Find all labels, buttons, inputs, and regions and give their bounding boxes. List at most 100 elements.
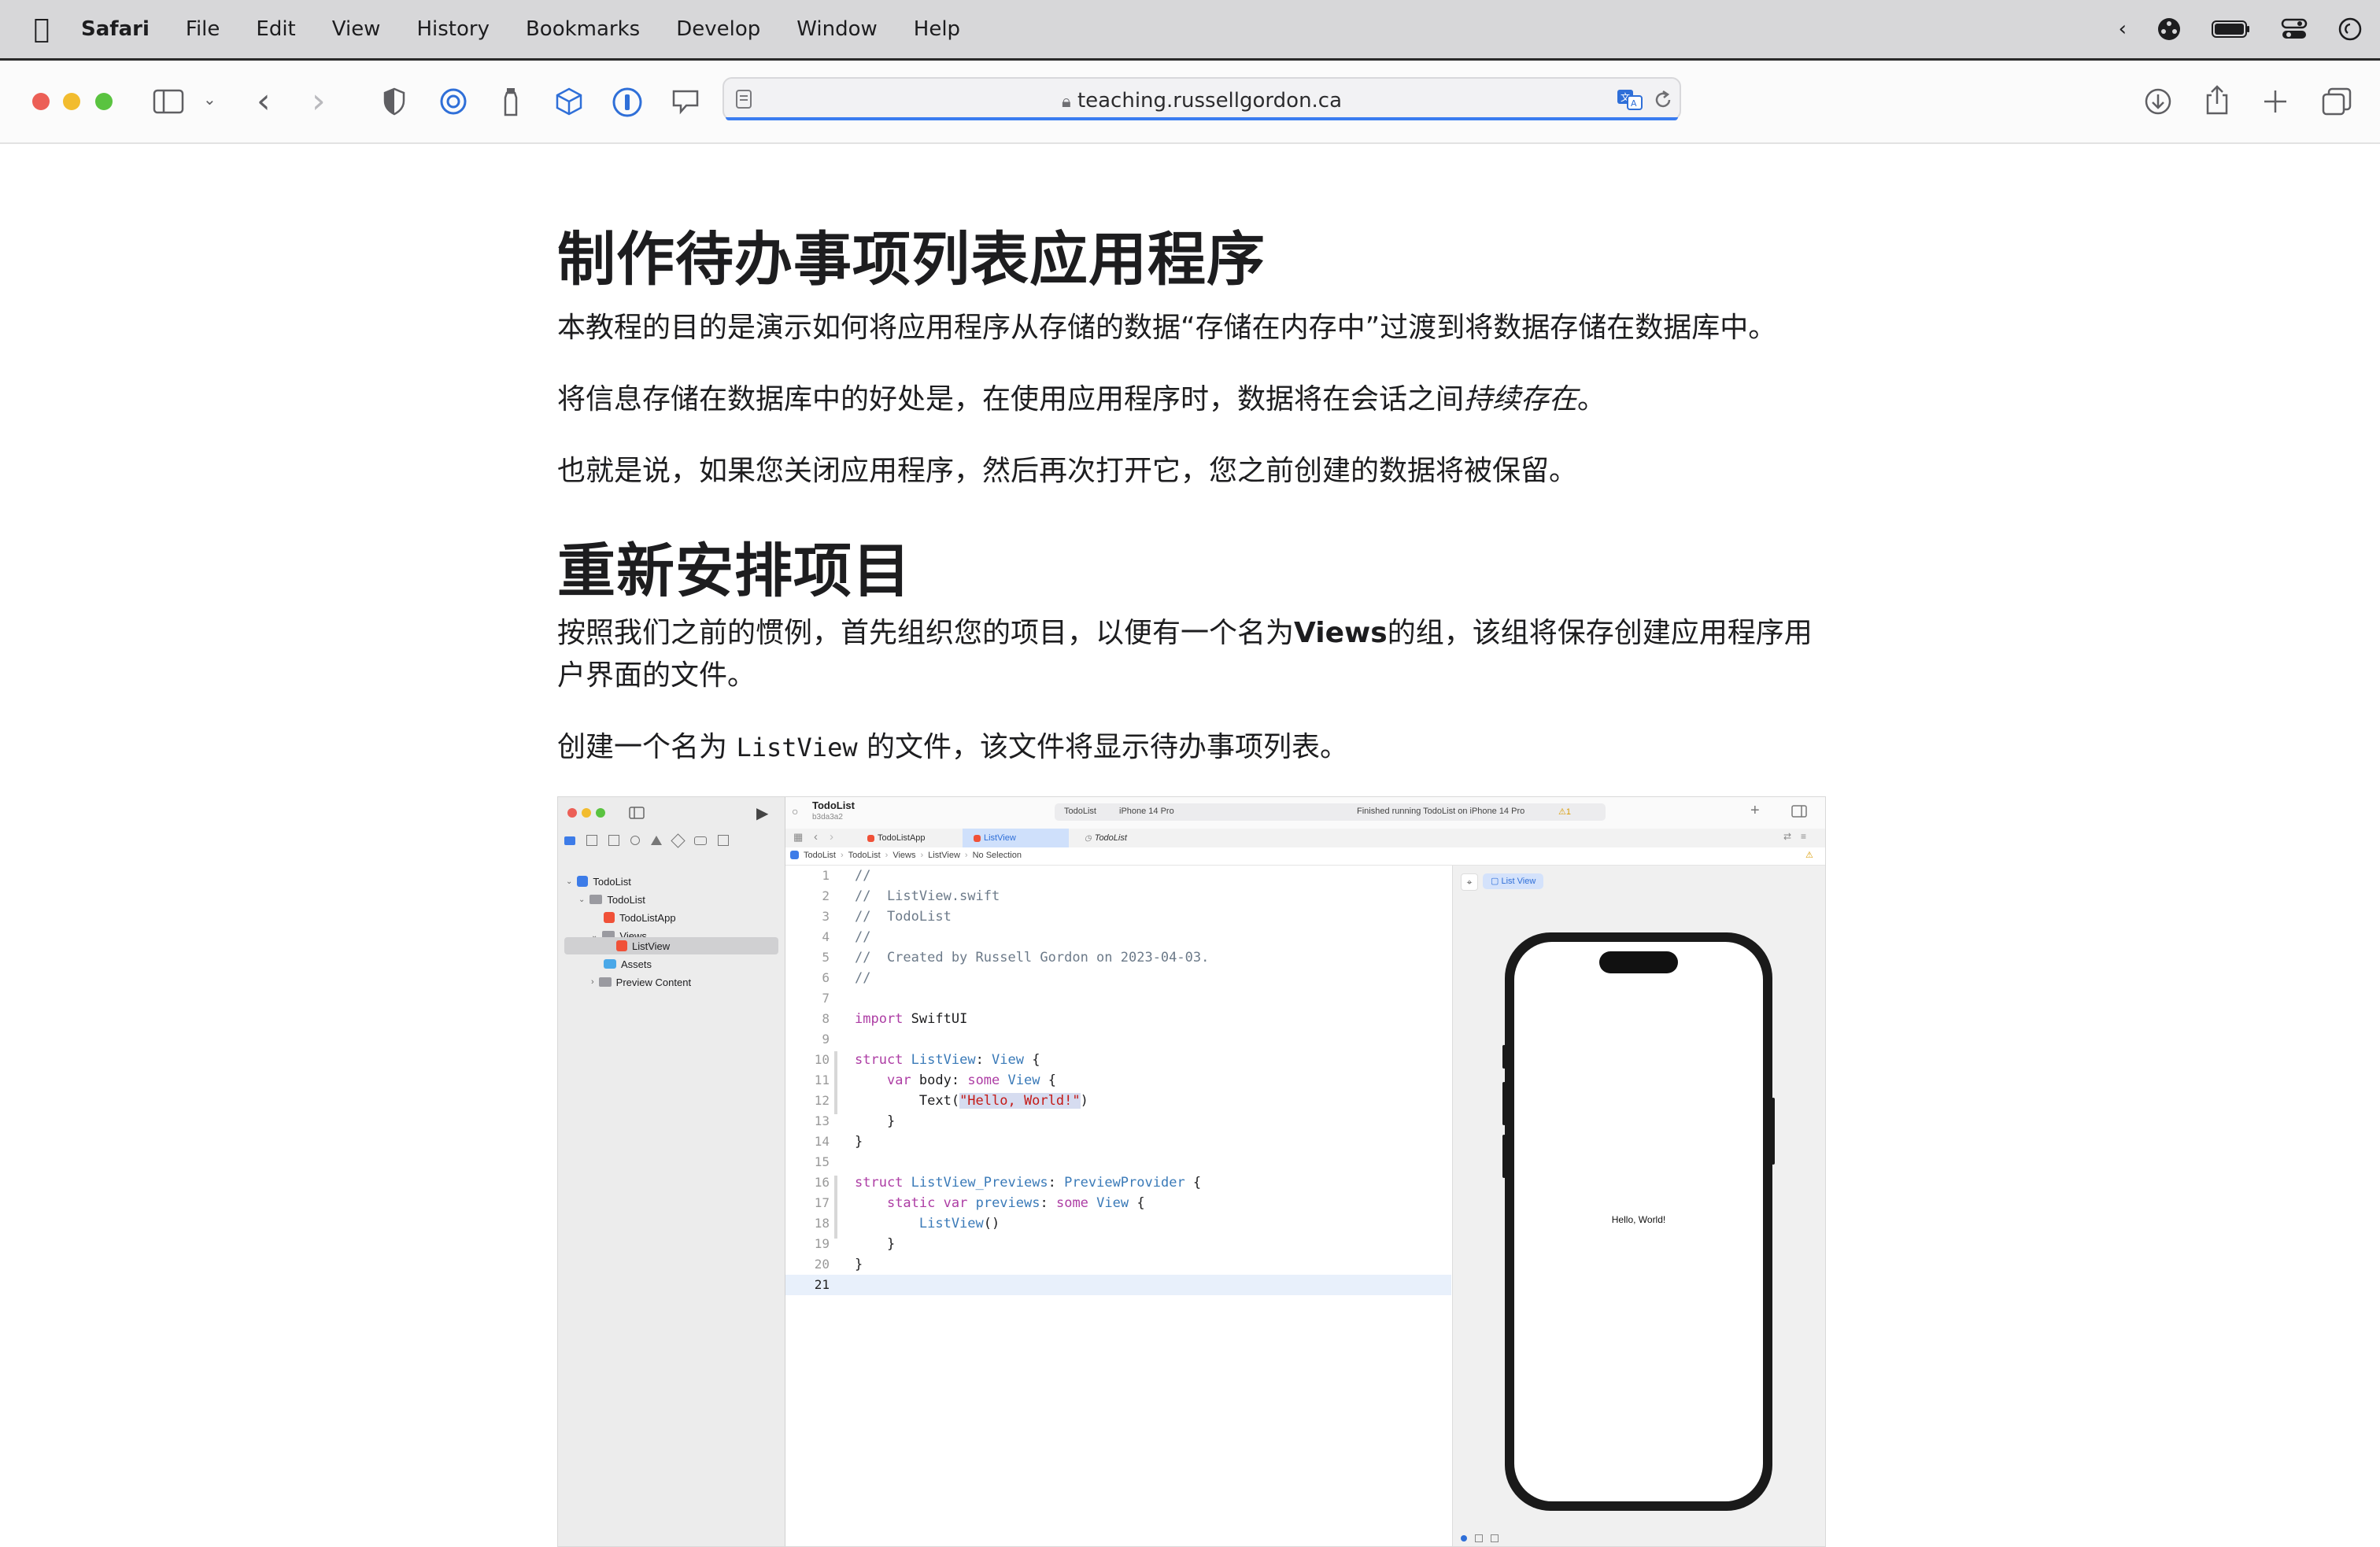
extensions-icon[interactable] <box>2156 17 2182 42</box>
close-window-button[interactable] <box>32 93 50 110</box>
create-file-text-end: 的文件，该文件将显示待办事项列表。 <box>867 731 1349 763</box>
listview-code: ListView <box>736 733 858 762</box>
swift-file-icon <box>616 940 627 951</box>
reload-icon[interactable] <box>1653 89 1673 111</box>
code-line: struct ListView: View { <box>855 1052 1040 1068</box>
menu-develop[interactable]: Develop <box>658 17 778 41</box>
swift-file-icon <box>604 912 615 923</box>
svg-text:A: A <box>1631 98 1637 109</box>
preview-hello-text: Hello, World! <box>1611 1214 1666 1225</box>
back-button[interactable]: ‹ <box>257 84 271 119</box>
extension-bottle-icon[interactable] <box>501 87 520 116</box>
menu-edit[interactable]: Edit <box>238 17 313 41</box>
new-tab-icon[interactable] <box>2262 88 2289 115</box>
menu-history[interactable]: History <box>398 17 508 41</box>
xc-clock-icon: ◷ <box>1085 833 1092 843</box>
preview-chip-icon: ▢ <box>1491 877 1502 886</box>
xc-back-icon: ‹ <box>814 830 818 844</box>
code-line: } <box>855 1134 863 1150</box>
sidebar-icon[interactable] <box>153 89 184 114</box>
line-number: 16 <box>814 1175 830 1190</box>
code-line: // Created by Russell Gordon on 2023-04-… <box>855 950 1210 965</box>
privacy-shield-icon[interactable] <box>382 87 406 116</box>
line-number: 11 <box>814 1073 830 1087</box>
xc-warnings-value: 1 <box>1565 807 1571 817</box>
siri-icon[interactable] <box>2338 17 2363 42</box>
project-icon <box>577 876 589 887</box>
xc-device: iPhone 14 Pro <box>1119 807 1174 816</box>
line-number: 14 <box>814 1134 830 1149</box>
nav-listview-label: ListView <box>632 940 671 952</box>
extension-chat-icon[interactable] <box>671 88 700 115</box>
chevron-down-icon[interactable]: ⌄ <box>203 91 216 107</box>
xc-debug-tab-icon <box>694 836 707 845</box>
preview-bottom-controls <box>1453 1530 1825 1546</box>
line-number: 17 <box>814 1195 830 1210</box>
menu-app-name[interactable]: Safari <box>63 17 168 41</box>
menu-file[interactable]: File <box>168 17 238 41</box>
swift-file-icon <box>867 834 874 842</box>
lock-icon: 🔒︎ <box>1061 92 1071 112</box>
forward-button[interactable]: › <box>312 84 326 119</box>
downloads-icon[interactable] <box>2144 87 2172 116</box>
xc-forward-icon: › <box>830 830 833 844</box>
code-line: } <box>855 1113 896 1129</box>
preview-chip-label: List View <box>1501 877 1536 886</box>
xc-scm-icon: ○ <box>792 805 799 818</box>
minimize-window-button[interactable] <box>63 93 80 110</box>
selectable-preview-icon <box>1475 1534 1483 1542</box>
address-bar[interactable]: 🔒︎ teaching.russellgordon.ca 文A <box>722 77 1681 120</box>
views-group-name: Views <box>1294 617 1388 649</box>
menu-bookmarks[interactable]: Bookmarks <box>508 17 658 41</box>
preview-canvas: ⌖ ▢ List View Hello, World! <box>1452 866 1825 1546</box>
nav-assets-label: Assets <box>621 958 652 970</box>
xc-warning-tab-icon <box>651 836 662 845</box>
pin-icon: ⌖ <box>1461 873 1478 891</box>
organize-paragraph: 按照我们之前的惯例，首先组织您的项目，以便有一个名为Views的组，该组将保存创… <box>557 612 1826 697</box>
xcode-toolbar: ○ TodoList b3da3a2 TodoList iPhone 14 Pr… <box>785 797 1825 829</box>
menu-help[interactable]: Help <box>896 17 978 41</box>
disclosure-closed-icon: › <box>591 977 594 987</box>
code-line: Text("Hello, World!") <box>855 1093 1088 1109</box>
line-number: 2 <box>822 888 830 903</box>
translate-icon[interactable]: 文A <box>1617 89 1643 111</box>
crumb-file: ListView <box>928 851 960 860</box>
xc-jumpbar-warning-icon: ⚠ <box>1805 851 1813 860</box>
section-heading: 重新安排项目 <box>557 537 911 605</box>
tab-overview-icon[interactable] <box>2322 87 2352 116</box>
code-line: static var previews: some View { <box>886 1195 1145 1211</box>
nav-item-app-file: TodoListApp <box>604 909 676 926</box>
iphone-side-button <box>1502 1045 1506 1069</box>
nav-item-assets: Assets <box>604 955 652 973</box>
share-icon[interactable] <box>2204 84 2230 116</box>
iphone-side-button <box>1502 1082 1506 1125</box>
menu-view[interactable]: View <box>314 17 399 41</box>
chevron-left-icon[interactable]: ‹ <box>2119 17 2127 41</box>
password-manager-icon[interactable] <box>612 87 643 118</box>
preview-chip: ▢ List View <box>1483 873 1544 889</box>
code-line: // <box>855 868 871 884</box>
apple-menu-icon[interactable]:  <box>20 0 63 58</box>
xc-activity-view: TodoList iPhone 14 Pro Finished running … <box>1055 803 1606 821</box>
xc-commit: b3da3a2 <box>812 813 843 821</box>
extension-blue-ring-icon[interactable] <box>438 87 468 116</box>
xc-report-tab-icon <box>718 835 729 846</box>
xc-folder-tab-icon <box>564 836 575 845</box>
control-center-icon[interactable] <box>2281 17 2308 41</box>
code-line: // <box>855 970 871 986</box>
url-text: teaching.russellgordon.ca <box>1077 89 1343 113</box>
zoom-window-button[interactable] <box>95 93 113 110</box>
menu-window[interactable]: Window <box>778 17 896 41</box>
xc-status: Finished running TodoList on iPhone 14 P… <box>1357 807 1525 816</box>
extension-cube-icon[interactable] <box>554 87 584 116</box>
nav-item-group: ⌄ TodoList <box>578 891 645 908</box>
battery-icon[interactable] <box>2212 20 2251 39</box>
nav-item-listview: ListView <box>616 937 670 954</box>
project-icon <box>790 851 799 859</box>
xc-tab-listview: ListView <box>963 829 1069 847</box>
nav-group-label: TodoList <box>607 893 645 906</box>
xc-related-icon: ⇄ <box>1783 831 1792 842</box>
crumb-views: Views <box>893 851 916 860</box>
nav-preview-content-label: Preview Content <box>615 976 692 988</box>
xc-symbol-tab-icon <box>608 835 619 846</box>
